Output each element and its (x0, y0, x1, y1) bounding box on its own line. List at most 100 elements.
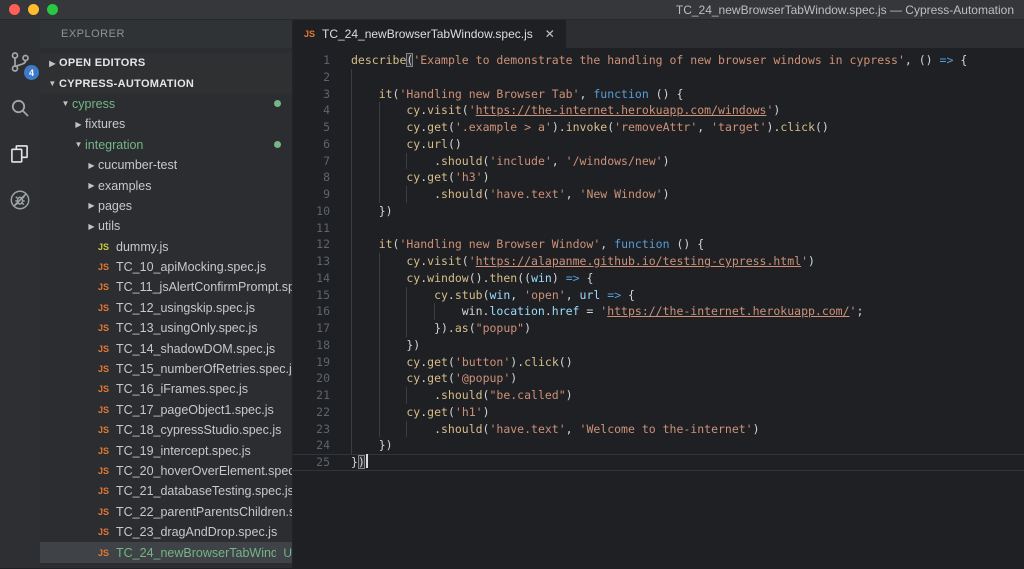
code-line-19[interactable]: 19 cy.get('button').click() (293, 354, 1024, 371)
indent-guide (351, 119, 379, 136)
code-line-10[interactable]: 10}) (293, 203, 1024, 220)
code-line-23[interactable]: 23 .should('have.text', 'Welcome to the-i… (293, 421, 1024, 438)
code-line-3[interactable]: 3 it('Handling new Browser Tab', function… (293, 86, 1024, 103)
code-line-12[interactable]: 12 it('Handling new Browser Window', func… (293, 236, 1024, 253)
code-line-20[interactable]: 20 cy.get('@popup') (293, 370, 1024, 387)
code-line-17[interactable]: 17}).as("popup") (293, 320, 1024, 337)
code-line-1[interactable]: 1 describe('Example to demonstrate the ha… (293, 52, 1024, 69)
folder-label: cypress (72, 96, 116, 111)
tree-item-examples[interactable]: ▶ examples (40, 175, 292, 195)
tab-tc24-spec[interactable]: JS TC_24_newBrowserTabWindow.spec.js ✕ (293, 20, 566, 48)
tree-item-dummy-js[interactable]: JS dummy.js (40, 237, 292, 257)
line-content: cy.visit('https://the-internet.herokuapp… (351, 102, 1024, 119)
code-line-14[interactable]: 14 cy.window().then((win) => { (293, 270, 1024, 287)
code-token: 'have.text' (489, 421, 566, 436)
chevron-right-icon[interactable]: ▶ (85, 181, 98, 190)
code-token: () { (648, 86, 684, 101)
tree-item-tc-16-iframes-spec-js[interactable]: JS TC_16_iFrames.spec.js (40, 379, 292, 399)
code-token: , (565, 187, 580, 201)
code-line-8[interactable]: 8 cy.get('h3') (293, 169, 1024, 186)
code-line-15[interactable]: 15 cy.stub(win, 'open', url => { (293, 287, 1024, 304)
chevron-right-icon[interactable]: ▶ (72, 120, 85, 129)
indent-guide (379, 387, 407, 404)
indent-guide (379, 253, 407, 270)
code-line-5[interactable]: 5 cy.get('.example > a').invoke('removeAt… (293, 119, 1024, 136)
tree-item-cucumber-test[interactable]: ▶ cucumber-test (40, 155, 292, 175)
code-token: cy (406, 404, 421, 419)
close-icon[interactable]: ✕ (545, 27, 555, 41)
tree-item-open-editors[interactable]: ▶ OPEN EDITORS (40, 53, 292, 74)
code-line-25[interactable]: 25}) (293, 454, 1024, 471)
line-content: cy.get('.example > a').invoke('removeAtt… (351, 119, 1024, 136)
code-token: (( (517, 270, 532, 285)
code-line-22[interactable]: 22 cy.get('h1') (293, 404, 1024, 421)
close-traffic-light[interactable] (9, 4, 20, 15)
window-title: TC_24_newBrowserTabWindow.spec.js — Cypr… (675, 2, 1014, 17)
line-number: 12 (316, 237, 330, 252)
tree-item-tc-10-apimocking-spec-js[interactable]: JS TC_10_apiMocking.spec.js (40, 257, 292, 277)
indent-guide (351, 337, 379, 354)
code-line-24[interactable]: 24}) (293, 437, 1024, 454)
code-token: '@popup' (454, 371, 511, 386)
tree-item-tc-12-usingskip-spec-js[interactable]: JS TC_12_usingskip.spec.js (40, 298, 292, 318)
code-line-13[interactable]: 13 cy.visit('https://alapanme.github.io/t… (293, 253, 1024, 270)
tree-item-tc-24-newbrowsertabwindo[interactable]: JS TC_24_newBrowserTabWindo.. U (40, 542, 292, 563)
line-number: 11 (316, 220, 330, 235)
tree-item-tc-22-parentparentschildren-sp[interactable]: JS TC_22_parentParentsChildren.sp... (40, 502, 292, 522)
tree-item-pages[interactable]: ▶ pages (40, 196, 292, 216)
code-line-11[interactable]: 11 (293, 220, 1024, 237)
tree-item-tc-11-jsalertconfirmprompt-spe[interactable]: JS TC_11_jsAlertConfirmPrompt.spe... (40, 277, 292, 297)
code-line-9[interactable]: 9 .should('have.text', 'New Window') (293, 186, 1024, 203)
code-area[interactable]: 1 describe('Example to demonstrate the ha… (293, 48, 1024, 568)
code-token: ) (551, 270, 566, 285)
chevron-down-icon[interactable]: ▼ (72, 140, 85, 149)
code-line-7[interactable]: 7 .should('include', '/windows/new') (293, 153, 1024, 170)
tree-item-utils[interactable]: ▶ utils (40, 216, 292, 236)
chevron-down-icon[interactable]: ▼ (59, 99, 72, 108)
line-number: 10 (316, 203, 330, 218)
chevron-right-icon[interactable]: ▶ (46, 59, 59, 68)
chevron-right-icon[interactable]: ▶ (85, 201, 98, 210)
line-number: 20 (316, 371, 330, 386)
tree-item-tc-17-pageobject1-spec-js[interactable]: JS TC_17_pageObject1.spec.js (40, 400, 292, 420)
code-token: 'h1' (454, 404, 483, 419)
chevron-right-icon[interactable]: ▶ (85, 222, 98, 231)
code-token: , (551, 153, 566, 168)
tree-item-tc-13-usingonly-spec-js[interactable]: JS TC_13_usingOnly.spec.js (40, 318, 292, 338)
tree-item-fixtures[interactable]: ▶ fixtures (40, 114, 292, 134)
code-line-4[interactable]: 4 cy.visit('https://the-internet.herokuap… (293, 102, 1024, 119)
tree-item-integration[interactable]: ▼ integration (40, 135, 292, 155)
code-line-2[interactable]: 2 (293, 69, 1024, 86)
zoom-traffic-light[interactable] (47, 4, 58, 15)
line-number: 24 (316, 438, 330, 453)
tree-item-tc-23-draganddrop-spec-js[interactable]: JS TC_23_dragAndDrop.spec.js (40, 522, 292, 542)
tree-item-tc-14-shadowdom-spec-js[interactable]: JS TC_14_shadowDOM.spec.js (40, 338, 292, 358)
code-token: ) (357, 455, 365, 469)
tree-item-tc-18-cypressstudio-spec-js[interactable]: JS TC_18_cypressStudio.spec.js (40, 420, 292, 440)
source-control-icon[interactable]: 4 (8, 50, 39, 80)
chevron-down-icon[interactable]: ▼ (46, 79, 59, 88)
activity-bar: 4 (0, 20, 40, 568)
tree-item-tc-19-intercept-spec-js[interactable]: JS TC_19_intercept.spec.js (40, 440, 292, 460)
tree-item-tc-21-databasetesting-spec-js[interactable]: JS TC_21_databaseTesting.spec.js (40, 481, 292, 501)
js-file-icon: JS (304, 29, 316, 39)
no-bugs-icon[interactable] (8, 188, 32, 212)
text-cursor (365, 454, 369, 468)
code-line-16[interactable]: 16 win.location.href = 'https://the-inter… (293, 303, 1024, 320)
code-token: . (447, 287, 455, 302)
code-token: win (489, 287, 511, 302)
tree-item-tc-15-numberofretries-spec-js[interactable]: JS TC_15_numberOfRetries.spec.js (40, 359, 292, 379)
code-line-6[interactable]: 6 cy.url() (293, 136, 1024, 153)
tree-item-cypress[interactable]: ▼ cypress (40, 94, 292, 114)
code-line-21[interactable]: 21 .should("be.called") (293, 387, 1024, 404)
tree-item-cypress-automation[interactable]: ▼ CYPRESS-AUTOMATION (40, 73, 292, 94)
window-titlebar: TC_24_newBrowserTabWindow.spec.js — Cypr… (0, 0, 1024, 20)
tree-item-tc-20-hoveroverelement-spec-js[interactable]: JS TC_20_hoverOverElement.spec.js (40, 461, 292, 481)
chevron-right-icon[interactable]: ▶ (85, 161, 98, 170)
code-line-18[interactable]: 18}) (293, 337, 1024, 354)
files-icon[interactable] (8, 142, 32, 166)
minimize-traffic-light[interactable] (28, 4, 39, 15)
js-orange-icon: JS (98, 404, 110, 415)
line-number: 16 (316, 304, 330, 319)
search-icon[interactable] (8, 96, 32, 120)
